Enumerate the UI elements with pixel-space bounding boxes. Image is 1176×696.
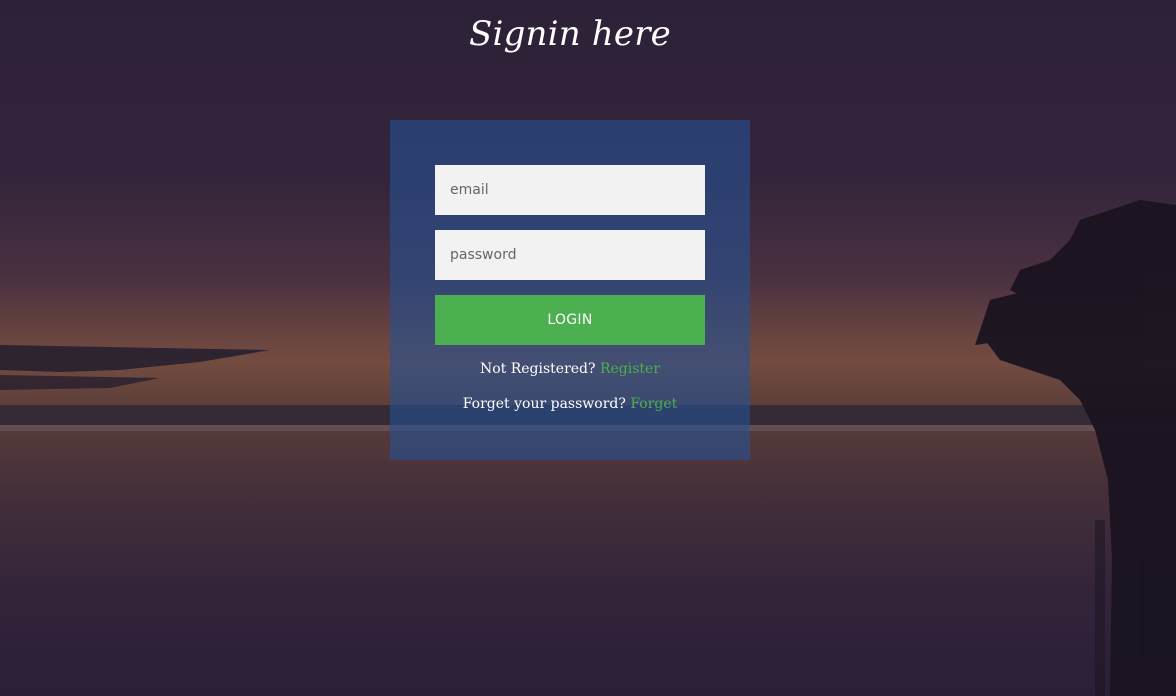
password-input[interactable] — [435, 230, 705, 280]
register-link[interactable]: Register — [600, 361, 660, 377]
login-button[interactable]: LOGIN — [435, 295, 705, 345]
forget-prompt: Forget your password? — [462, 396, 626, 412]
email-input[interactable] — [435, 165, 705, 215]
page-title: Signin here — [469, 14, 671, 54]
forget-link[interactable]: Forget — [630, 396, 677, 412]
register-line: Not Registered? Register — [390, 361, 750, 377]
forget-line: Forget your password? Forget — [390, 396, 750, 412]
register-prompt: Not Registered? — [479, 361, 596, 377]
login-panel: LOGIN Not Registered? Register Forget yo… — [390, 120, 750, 460]
